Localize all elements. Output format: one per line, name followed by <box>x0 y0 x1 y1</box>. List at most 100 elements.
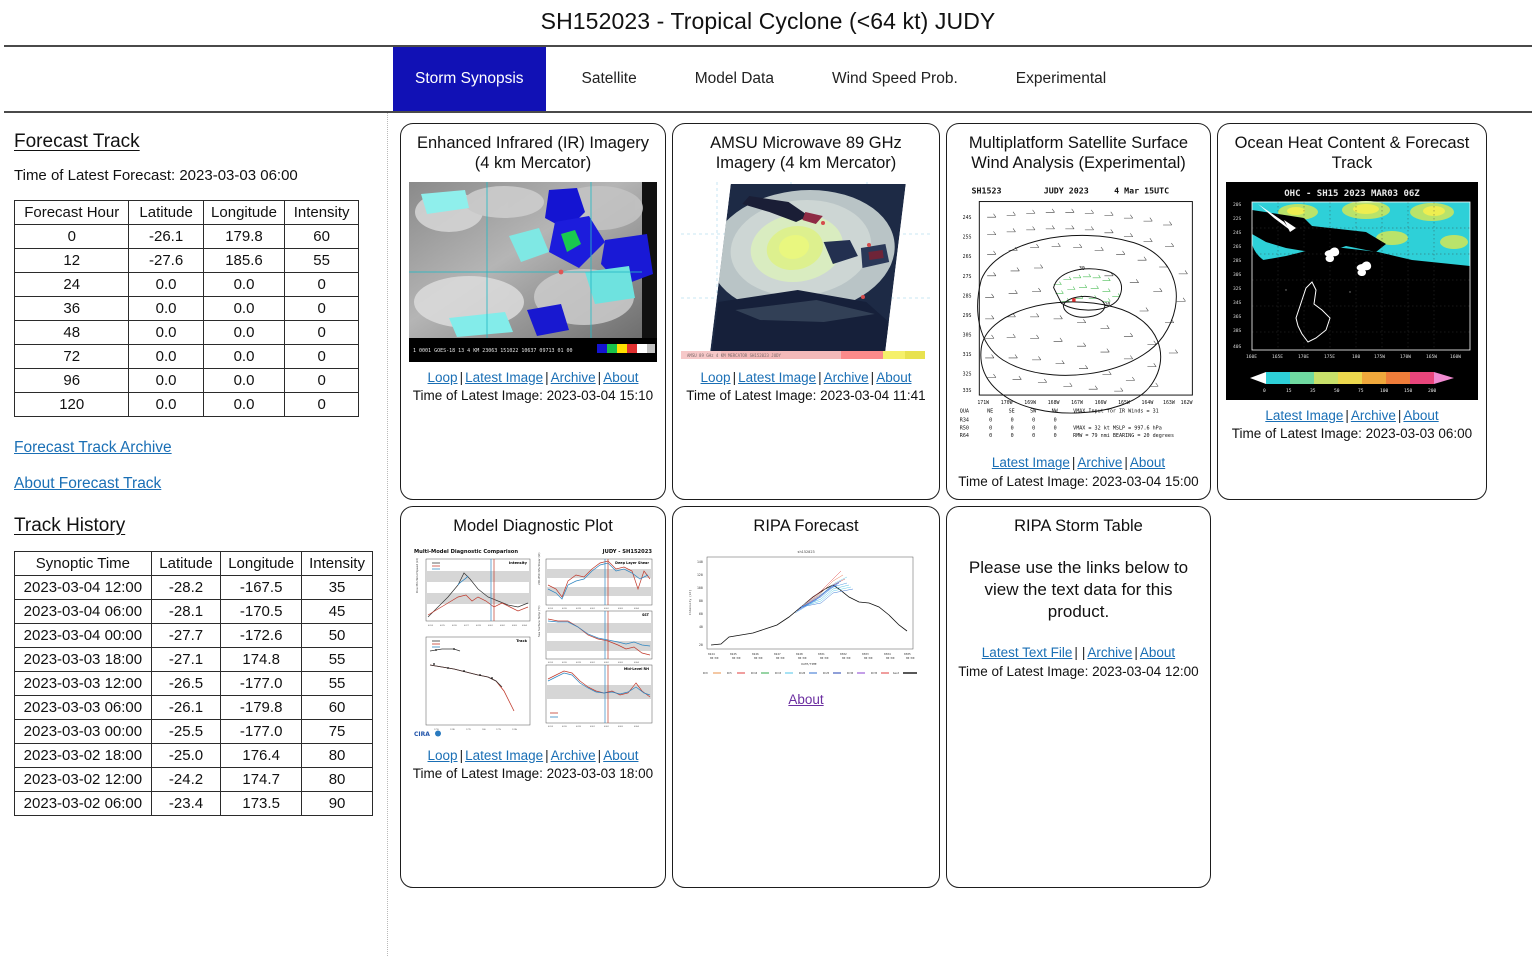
cell-time: 2023-03-03 18:00 <box>14 647 152 672</box>
cell-lat: -27.6 <box>128 248 204 273</box>
cell-time: 2023-03-04 06:00 <box>14 599 152 624</box>
ripa-ylabel: Intensity (kt) <box>688 589 692 614</box>
table-row: 2023-03-02 18:00 -25.0 176.4 80 <box>14 743 373 768</box>
cell-lat: 0.0 <box>128 344 204 369</box>
model-diagnostic-image[interactable]: Multi-Model Diagnostic Comparison JUDY -… <box>408 544 658 740</box>
cell-intensity: 55 <box>301 671 373 696</box>
about-link[interactable]: About <box>603 748 638 763</box>
tab-gap <box>546 47 560 111</box>
quad-header-ne: NE <box>987 408 993 414</box>
svg-text:Deep Layer Shear: Deep Layer Shear <box>615 561 649 565</box>
latest-image-link[interactable]: Latest Image <box>738 370 816 385</box>
stat-line1: VMAX Input for IR Winds = 31 <box>1073 408 1159 414</box>
page-body: Forecast Track Time of Latest Forecast: … <box>0 113 1536 957</box>
amsu-microwave-image[interactable]: AMSU 89 GHz 4 KM MERCATOR SH152023 JUDY <box>681 181 931 362</box>
tab-wind-speed-prob[interactable]: Wind Speed Prob. <box>810 47 980 111</box>
tab-gap <box>796 47 810 111</box>
svg-text:174E: 174E <box>450 729 456 731</box>
quad-header-se: SE <box>1008 408 1014 414</box>
svg-text:38S: 38S <box>1233 328 1242 334</box>
ripa-forecast-image[interactable]: sh152023 140 120 100 80 60 40 20 Intensity (k… <box>681 544 931 680</box>
archive-link[interactable]: Archive <box>824 370 869 385</box>
svg-text:0224: 0224 <box>428 625 434 627</box>
about-link[interactable]: About <box>603 370 638 385</box>
cell-lat: -27.7 <box>150 623 222 648</box>
archive-link[interactable]: Archive <box>1351 408 1396 423</box>
cell-lat: -23.4 <box>150 791 222 816</box>
link-separator: | <box>545 369 549 385</box>
table-row: 36 0.0 0.0 0 <box>13 296 359 321</box>
archive-link[interactable]: Archive <box>551 370 596 385</box>
forecast-track-archive-link[interactable]: Forecast Track Archive <box>14 439 371 457</box>
svg-text:0: 0 <box>1053 433 1056 439</box>
cell-lon: 0.0 <box>202 368 286 393</box>
table-row: 72 0.0 0.0 0 <box>13 344 359 369</box>
about-link[interactable]: About <box>788 692 823 707</box>
cell-lat: -24.2 <box>150 767 222 792</box>
svg-text:R=30: R=30 <box>847 671 854 675</box>
tab-gap <box>659 47 673 111</box>
cell-lon: 0.0 <box>202 272 286 297</box>
svg-text:177W: 177W <box>496 729 502 731</box>
svg-text:165W: 165W <box>1426 354 1437 360</box>
archive-link[interactable]: Archive <box>1077 455 1122 470</box>
cell-intensity: 55 <box>284 248 359 273</box>
svg-text:30S: 30S <box>1233 272 1242 278</box>
archive-link[interactable]: Archive <box>1087 645 1132 660</box>
svg-text:0304: 0304 <box>634 662 640 664</box>
svg-text:R=10: R=10 <box>751 671 758 675</box>
tab-satellite[interactable]: Satellite <box>560 47 659 111</box>
cell-lat: 0.0 <box>128 272 204 297</box>
svg-text:0224: 0224 <box>548 662 554 664</box>
archive-link[interactable]: Archive <box>551 748 596 763</box>
cell-intensity: 45 <box>301 599 373 624</box>
tab-experimental[interactable]: Experimental <box>994 47 1128 111</box>
latest-image-link[interactable]: Latest Image <box>465 370 543 385</box>
tab-storm-synopsis[interactable]: Storm Synopsis <box>393 47 546 111</box>
enhanced-ir-image[interactable]: 1 0001 GOES-18 13 4 KM 23063 151022 1063… <box>409 181 657 362</box>
svg-text:0: 0 <box>1263 388 1266 394</box>
cell-time: 2023-03-02 12:00 <box>14 767 152 792</box>
svg-text:27S: 27S <box>962 273 971 279</box>
svg-text:175W: 175W <box>1374 354 1385 360</box>
svg-text:R=0: R=0 <box>703 671 708 675</box>
cell-hour: 96 <box>13 368 130 393</box>
about-link[interactable]: About <box>876 370 911 385</box>
tab-model-data[interactable]: Model Data <box>673 47 796 111</box>
loop-link[interactable]: Loop <box>701 370 731 385</box>
svg-text:150: 150 <box>1404 388 1413 394</box>
table-row: 2023-03-02 06:00 -23.4 173.5 90 <box>14 791 373 816</box>
latest-image-link[interactable]: Latest Image <box>992 455 1070 470</box>
about-link[interactable]: About <box>1403 408 1438 423</box>
latest-forecast-time: Time of Latest Forecast: 2023-03-03 06:0… <box>14 167 298 184</box>
svg-text:00:00: 00:00 <box>842 656 851 660</box>
about-link[interactable]: About <box>1140 645 1175 660</box>
link-separator: | <box>1074 645 1078 661</box>
table-row: 2023-03-03 12:00 -26.5 -177.0 55 <box>14 671 373 696</box>
svg-text:170W: 170W <box>1000 399 1012 405</box>
svg-text:31S: 31S <box>962 352 971 358</box>
svg-text:00:00: 00:00 <box>886 656 895 660</box>
about-link[interactable]: About <box>1130 455 1165 470</box>
latest-image-link[interactable]: Latest Image <box>1265 408 1343 423</box>
ohc-plot-image[interactable]: OHC - SH15 2023 MAR03 06Z 20S22S24S 26S2… <box>1226 181 1478 400</box>
svg-text:20: 20 <box>1104 302 1110 308</box>
cell-lon: -172.6 <box>220 623 303 648</box>
cell-lat: 0.0 <box>128 296 204 321</box>
svg-text:00:00: 00:00 <box>820 656 829 660</box>
loop-link[interactable]: Loop <box>428 370 458 385</box>
svg-text:00:00: 00:00 <box>798 656 807 660</box>
card-latest-time: Time of Latest Image: 2023-03-04 15:00 <box>958 474 1199 489</box>
link-separator: | <box>1124 455 1128 471</box>
cell-lat: -26.1 <box>150 695 222 720</box>
svg-text:0226: 0226 <box>562 608 568 610</box>
loop-link[interactable]: Loop <box>428 748 458 763</box>
card-links: Latest Text File | | Archive | About <box>982 643 1175 663</box>
svg-text:best: best <box>893 671 900 675</box>
about-forecast-track-link[interactable]: About Forecast Track <box>14 475 371 493</box>
cell-time: 2023-03-03 00:00 <box>14 719 152 744</box>
mtcswa-plot-image[interactable]: SH1523 JUDY 2023 4 Mar 15UTC 24S 25S 26S 2… <box>955 181 1203 448</box>
latest-image-link[interactable]: Latest Image <box>465 748 543 763</box>
ripa-plot-title: sh152023 <box>797 550 814 554</box>
latest-text-file-link[interactable]: Latest Text File <box>982 645 1073 660</box>
